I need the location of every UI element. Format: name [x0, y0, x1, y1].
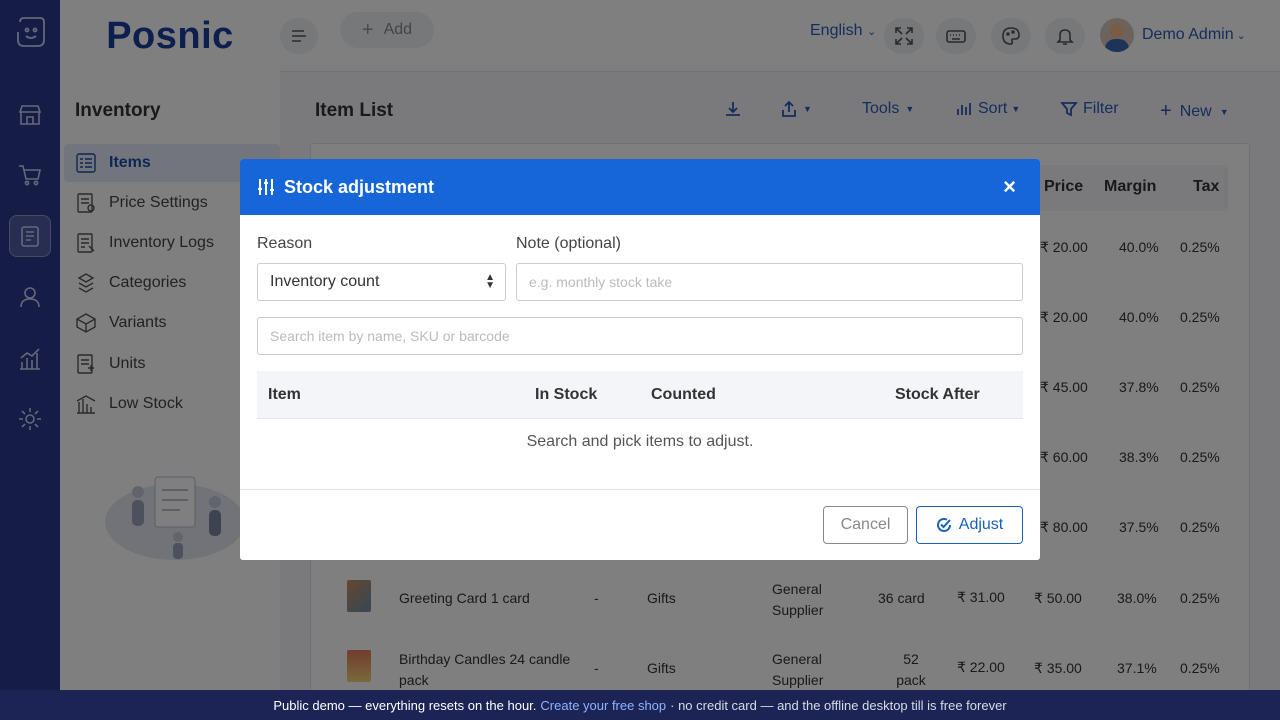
- adjust-button[interactable]: Adjust: [916, 506, 1023, 544]
- empty-state-text: Search and pick items to adjust.: [526, 433, 754, 450]
- check-circle-icon: [936, 518, 951, 532]
- demo-text: Public demo — everything resets on the h…: [273, 697, 537, 713]
- search-input[interactable]: [257, 317, 1023, 355]
- column-item: Item: [268, 386, 301, 403]
- column-counted: Counted: [651, 386, 716, 403]
- demo-banner: Public demo — everything resets on the h…: [0, 690, 1280, 720]
- note-label: Note (optional): [516, 235, 621, 252]
- modal-title: Stock adjustment: [284, 176, 435, 197]
- adjust-table-header: Item In Stock Counted Stock After: [257, 371, 1023, 419]
- reason-value: Inventory count: [270, 273, 380, 290]
- modal-header: Stock adjustment ×: [240, 159, 1040, 215]
- stock-adjustment-modal: Stock adjustment × Reason Note (optional…: [240, 159, 1040, 560]
- column-in-stock: In Stock: [535, 386, 598, 403]
- reason-select[interactable]: Inventory count ▲ ▼: [257, 263, 506, 301]
- sort-arrows-icon: ▲ ▼: [485, 272, 495, 291]
- create-shop-link[interactable]: Create your free shop: [540, 698, 666, 713]
- sliders-icon: [258, 179, 274, 195]
- cancel-button[interactable]: Cancel: [823, 506, 908, 544]
- note-input[interactable]: [516, 263, 1023, 301]
- column-stock-after: Stock After: [895, 386, 980, 403]
- adjust-label: Adjust: [958, 516, 1004, 533]
- close-icon[interactable]: ×: [1003, 176, 1016, 198]
- reason-label: Reason: [257, 235, 313, 252]
- demo-tail-text: · no credit card — and the offline deskt…: [670, 697, 1007, 713]
